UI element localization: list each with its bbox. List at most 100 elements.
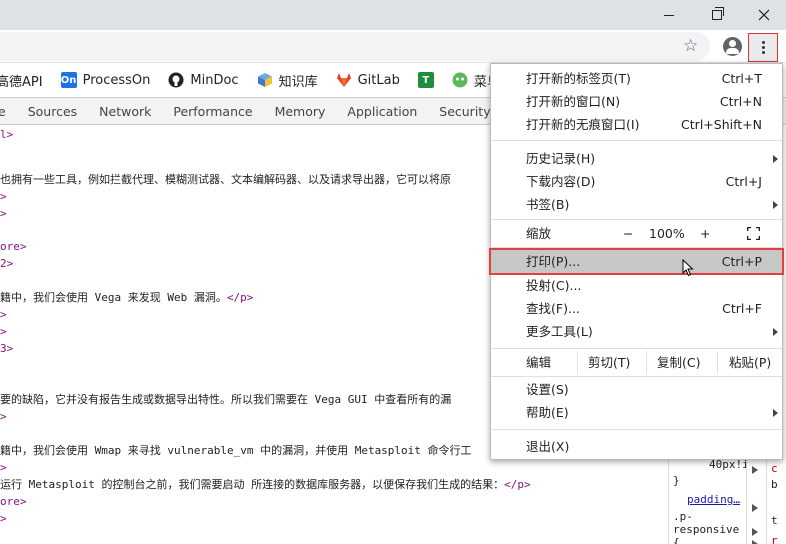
menu-shortcut: Ctrl+T <box>721 71 762 86</box>
gitlab-icon <box>336 73 351 87</box>
tab-network[interactable]: Network <box>88 104 162 119</box>
close-button[interactable] <box>741 0 786 30</box>
code-line[interactable]: 也拥有一些工具，例如拦截代理、模糊测试器、文本编解码器、以及请求导出器，它可以将… <box>0 171 451 188</box>
menu-label: 退出(X) <box>526 439 570 454</box>
code-line[interactable]: 籍中，我们会使用 Wmap 来寻找 vulnerable_vm 中的漏洞，并使用… <box>0 442 472 459</box>
html-tag: > <box>0 325 7 338</box>
html-tag: </p> <box>226 291 254 304</box>
tab-elements[interactable]: e <box>0 104 17 119</box>
code-line[interactable]: ore> <box>0 238 27 255</box>
tab-application[interactable]: Application <box>336 104 428 119</box>
menu-label: 帮助(E) <box>526 405 569 420</box>
bookmark-label: 知识库 <box>278 74 318 90</box>
zoom-level: 100% <box>649 226 685 241</box>
menu-settings[interactable]: 设置(S) <box>491 378 782 401</box>
menu-label: 更多工具(L) <box>526 324 593 339</box>
code-line[interactable]: 籍中，我们会使用 Vega 来发现 Web 漏洞。</p> <box>0 289 253 306</box>
html-tag: </p> <box>504 478 531 491</box>
prop-line: b <box>771 478 778 491</box>
code-line[interactable]: 3> <box>0 340 13 357</box>
minimize-button[interactable] <box>646 0 692 30</box>
styles-pane: 40px!i } padding… .p- responsive { <box>668 450 749 544</box>
text-node: 籍中，我们会使用 Vega 来发现 Web 漏洞。 <box>0 291 227 304</box>
code-line[interactable]: > <box>0 306 7 323</box>
bookmark-processon[interactable]: On ProcessOn <box>60 72 150 88</box>
bookmark-label: 高德API <box>0 74 43 90</box>
zoom-label: 缩放 <box>526 226 552 241</box>
code-line[interactable]: > <box>0 205 7 222</box>
fullscreen-icon[interactable] <box>747 227 760 240</box>
menu-cast[interactable]: 投射(C)... <box>491 274 782 297</box>
properties-pane: c b t r <box>766 450 786 544</box>
code-line[interactable]: 2> <box>0 255 13 272</box>
bookmark-mindoc[interactable]: MinDoc <box>168 72 239 88</box>
minimize-icon <box>664 14 674 16</box>
menu-label: 打印(P)... <box>526 254 581 269</box>
paste-button[interactable]: 粘贴(P) <box>729 351 771 374</box>
menu-incognito[interactable]: 打开新的无痕窗口(I) Ctrl+Shift+N <box>491 113 782 136</box>
zoom-in-button[interactable]: + <box>700 222 710 245</box>
code-line[interactable]: > <box>0 188 7 205</box>
menu-downloads[interactable]: 下载内容(D) Ctrl+J <box>491 170 782 193</box>
t-icon: T <box>417 72 434 88</box>
menu-separator <box>491 348 782 349</box>
code-line[interactable]: > <box>0 459 7 476</box>
style-source-link[interactable]: padding… <box>687 493 740 506</box>
code-line[interactable]: > <box>0 408 7 425</box>
copy-button[interactable]: 复制(C) <box>657 351 700 374</box>
tab-memory[interactable]: Memory <box>264 104 337 119</box>
account-avatar-icon[interactable] <box>723 37 742 56</box>
restore-icon <box>712 7 724 20</box>
bookmark-knowledge[interactable]: 知识库 <box>257 71 318 90</box>
code-line[interactable]: > <box>0 510 7 527</box>
menu-new-window[interactable]: 打开新的窗口(N) Ctrl+N <box>491 90 782 113</box>
menu-help[interactable]: 帮助(E) <box>491 401 782 424</box>
code-line[interactable]: 要的缺陷，它并没有报告生成或数据导出特性。所以我们需要在 Vega GUI 中查… <box>0 391 451 408</box>
edit-label: 编辑 <box>526 355 552 370</box>
tab-performance[interactable]: Performance <box>162 104 263 119</box>
tab-sources[interactable]: Sources <box>17 104 88 119</box>
menu-find[interactable]: 查找(F)... Ctrl+F <box>491 297 782 320</box>
bookmark-gitlab[interactable]: GitLab <box>336 72 400 88</box>
submenu-arrow-icon <box>773 155 778 163</box>
style-line: responsive <box>673 523 740 536</box>
chrome-main-menu: 打开新的标签页(T) Ctrl+T 打开新的窗口(N) Ctrl+N 打开新的无… <box>489 63 784 460</box>
github-icon <box>168 72 184 88</box>
html-tag: 2> <box>0 257 14 270</box>
bookmark-amap[interactable]: 高德API <box>0 71 43 90</box>
text-node: 籍中，我们会使用 Wmap 来寻找 vulnerable_vm 中的漏洞，并使用… <box>0 444 472 457</box>
menu-separator <box>491 376 782 377</box>
menu-more-tools[interactable]: 更多工具(L) <box>491 320 782 343</box>
menu-separator <box>491 219 782 220</box>
submenu-arrow-icon <box>773 328 778 336</box>
menu-separator <box>491 247 782 248</box>
text-node: 要的缺陷，它并没有报告生成或数据导出特性。所以我们需要在 Vega GUI 中查… <box>0 393 452 406</box>
style-line: { <box>673 536 680 544</box>
html-tag: > <box>0 461 7 474</box>
star-icon[interactable]: ☆ <box>683 36 698 56</box>
menu-exit[interactable]: 退出(X) <box>491 435 782 458</box>
maximize-button[interactable] <box>694 0 740 30</box>
bookmark-t[interactable]: T <box>417 72 434 88</box>
menu-bookmarks[interactable]: 书签(B) <box>491 193 782 216</box>
code-line[interactable]: l> <box>0 126 13 143</box>
cube-icon <box>257 73 272 87</box>
menu-history[interactable]: 历史记录(H) <box>491 147 782 170</box>
menu-print[interactable]: 打印(P)... Ctrl+P <box>489 248 784 275</box>
html-tag: > <box>0 512 7 525</box>
zoom-out-button[interactable]: − <box>623 222 633 245</box>
kebab-icon[interactable] <box>748 33 778 62</box>
code-line[interactable]: 运行 Metasploit 的控制台之前，我们需要启动 所连接的数据库服务器，以… <box>0 476 531 493</box>
address-bar[interactable] <box>0 32 710 61</box>
menu-new-tab[interactable]: 打开新的标签页(T) Ctrl+T <box>491 67 782 90</box>
divider <box>717 351 718 374</box>
menu-separator <box>491 140 782 141</box>
code-line[interactable]: ore> <box>0 493 27 510</box>
cut-button[interactable]: 剪切(T) <box>588 351 630 374</box>
bookmark-label: MinDoc <box>190 72 239 88</box>
code-line[interactable]: > <box>0 323 7 340</box>
menu-label: 打开新的无痕窗口(I) <box>526 117 640 132</box>
html-tag: ore> <box>0 240 27 253</box>
bookmark-label: GitLab <box>357 72 400 88</box>
prop-line: r <box>771 534 778 544</box>
